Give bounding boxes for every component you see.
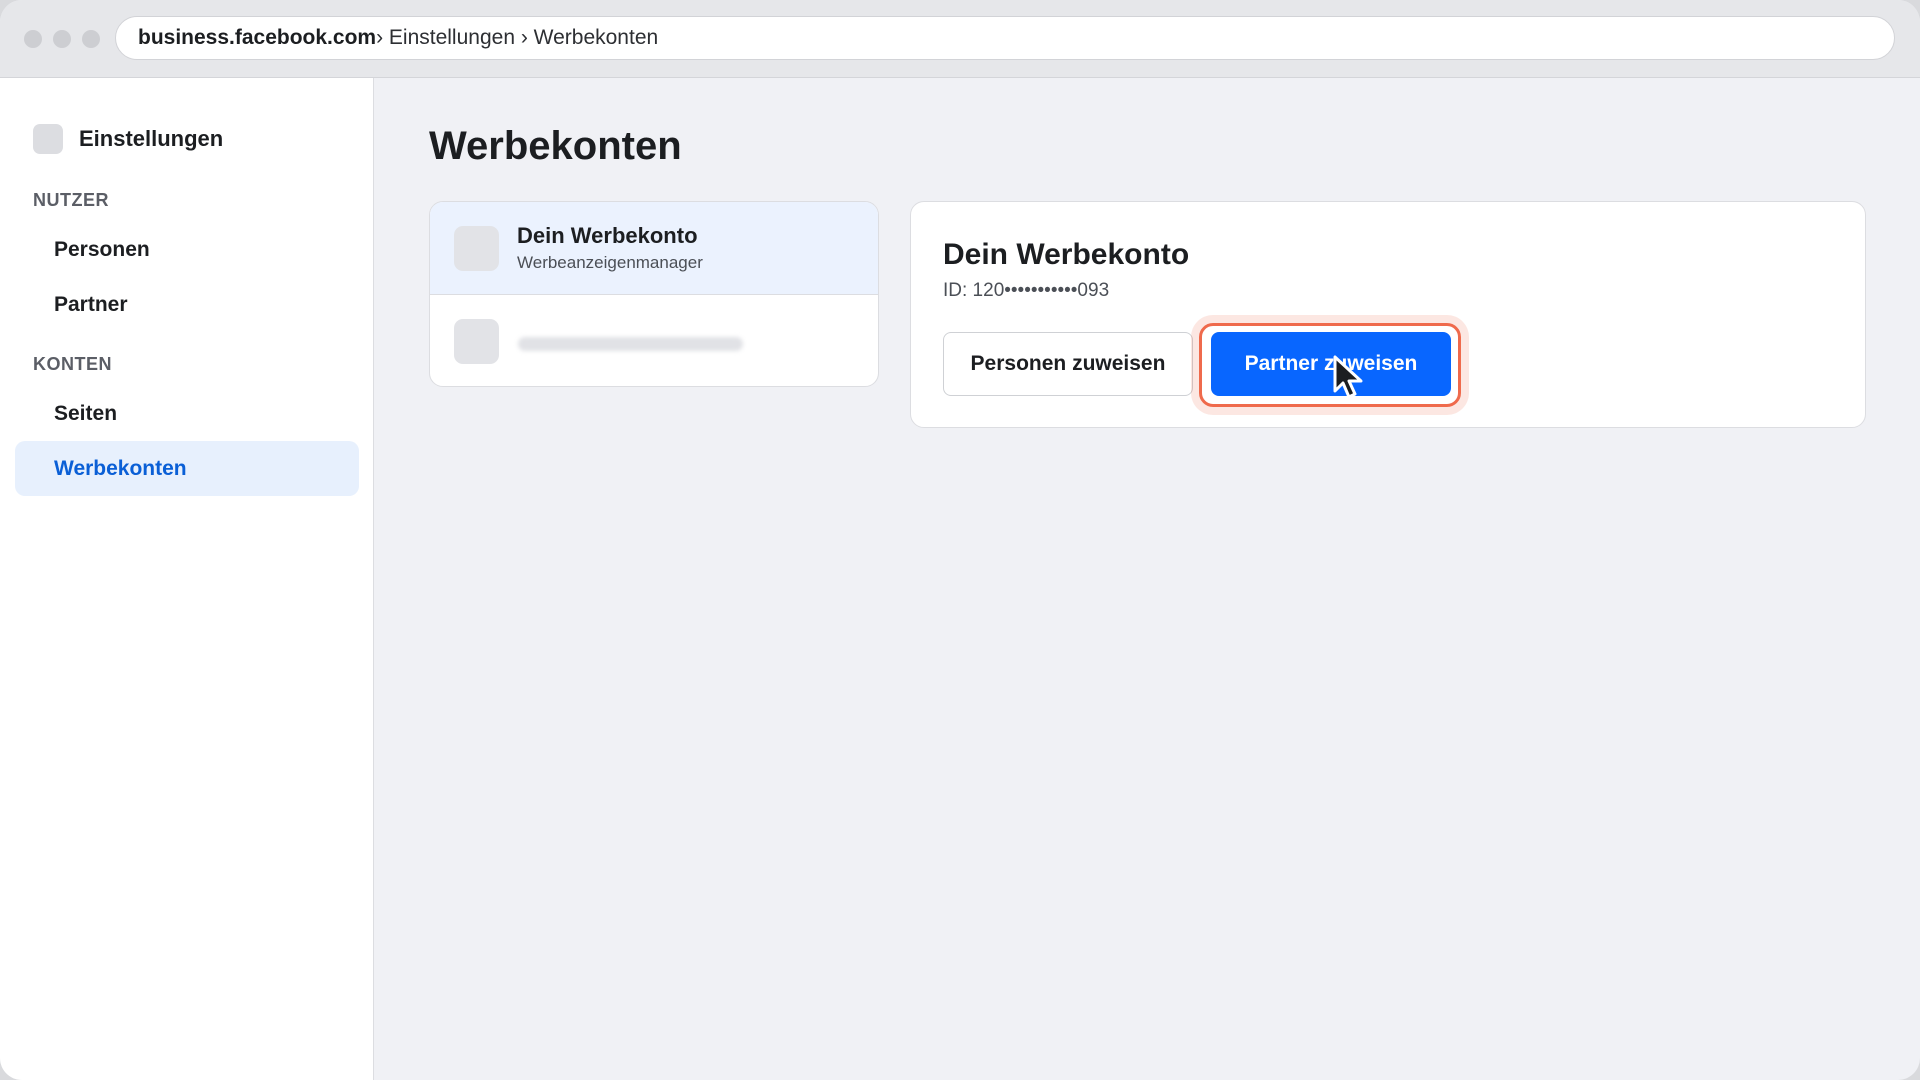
account-detail-panel: Dein Werbekonto ID: 120•••••••••••093 Pe… — [910, 201, 1866, 428]
account-name: Dein Werbekonto — [517, 223, 698, 248]
sidebar-item-seiten[interactable]: Seiten — [15, 386, 359, 441]
page-title: Werbekonten — [429, 124, 682, 168]
browser-window: business.facebook.com › Einstellungen › … — [0, 0, 1920, 1080]
assign-people-button[interactable]: Personen zuweisen — [943, 332, 1193, 396]
sidebar-item-personen[interactable]: Personen — [15, 222, 359, 277]
account-subtitle: Werbeanzeigenmanager — [517, 253, 703, 272]
window-controls — [24, 30, 100, 48]
section-label-konten: KONTEN — [33, 354, 112, 374]
section-label-nutzer: NUTZER — [33, 190, 109, 210]
mouse-pointer-icon — [1333, 355, 1363, 399]
browser-toolbar: business.facebook.com › Einstellungen › … — [0, 0, 1920, 78]
assign-partner-button[interactable]: Partner zuweisen — [1211, 332, 1451, 396]
blurred-account-name — [518, 337, 743, 351]
sidebar-item-partner[interactable]: Partner — [15, 277, 359, 332]
sidebar-item-label: Partner — [54, 292, 128, 316]
url-breadcrumb: › Einstellungen › Werbekonten — [376, 26, 659, 49]
list-item-blurred[interactable] — [430, 295, 878, 386]
account-avatar — [454, 319, 499, 364]
detail-account-name: Dein Werbekonto — [943, 238, 1190, 271]
sidebar-item-label: Personen — [54, 237, 150, 261]
sidebar-title: Einstellungen — [79, 126, 224, 151]
settings-icon — [33, 124, 63, 154]
address-bar[interactable]: business.facebook.com › Einstellungen › … — [115, 16, 1895, 60]
list-item-selected[interactable]: Dein Werbekonto Werbeanzeigenmanager — [430, 202, 878, 295]
account-id: ID: 120•••••••••••093 — [943, 280, 1110, 301]
sidebar-header: Einstellungen — [33, 124, 223, 154]
sidebar-item-label: Seiten — [54, 401, 118, 425]
account-avatar — [454, 225, 499, 271]
sidebar-item-werbekonten[interactable]: Werbekonten — [15, 441, 359, 496]
settings-sidebar: Einstellungen NUTZER Personen Partner KO… — [0, 78, 374, 1080]
minimize-window-icon[interactable] — [53, 30, 71, 48]
ad-account-list: Dein Werbekonto Werbeanzeigenmanager — [429, 201, 879, 387]
sidebar-item-label: Werbekonten — [54, 456, 187, 480]
close-window-icon[interactable] — [24, 30, 42, 48]
maximize-window-icon[interactable] — [82, 30, 100, 48]
url-domain: business.facebook.com — [138, 26, 377, 49]
